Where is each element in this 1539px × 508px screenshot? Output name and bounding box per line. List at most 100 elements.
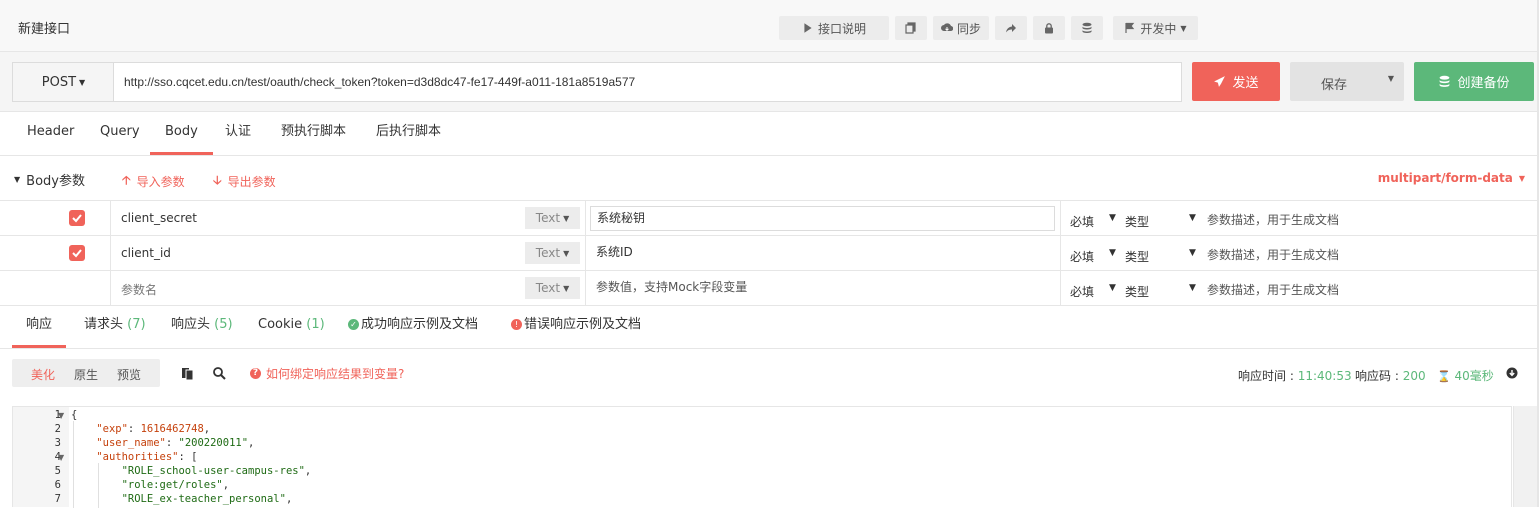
tab-body[interactable]: Body bbox=[150, 112, 213, 155]
tab-response[interactable]: 响应 bbox=[12, 306, 67, 348]
request-url-bar: POST ▼ http://sso.cqcet.edu.cn/test/oaut… bbox=[0, 52, 1539, 112]
param-row: 参数名 Text ▼ 参数值，支持Mock字段变量 必填 ▼ 类型 ▼ 参数描述，… bbox=[0, 271, 1539, 306]
param-type-select[interactable]: Text ▼ bbox=[525, 207, 580, 229]
arrow-down-icon: 🡣 bbox=[213, 173, 222, 187]
caret-down-icon: ▼ bbox=[79, 77, 86, 87]
param-value-input[interactable]: 系统ID bbox=[590, 241, 1055, 266]
tab-success-example[interactable]: ✓ 成功响应示例及文档 bbox=[334, 306, 492, 348]
line-number: 3 bbox=[54, 437, 61, 449]
caret-down-icon: ▼ bbox=[1189, 213, 1196, 223]
hourglass-icon: ⌛ bbox=[1437, 370, 1451, 383]
param-enabled-checkbox[interactable] bbox=[69, 245, 85, 261]
param-row: client_secret Text ▼ 系统秘钥 必填 ▼ 类型 ▼ 参数描述，… bbox=[0, 201, 1539, 236]
import-params-button[interactable]: 🡡 导入参数 bbox=[122, 171, 185, 192]
url-input[interactable]: http://sso.cqcet.edu.cn/test/oauth/check… bbox=[113, 62, 1182, 102]
tab-header[interactable]: Header bbox=[12, 112, 89, 155]
line-number: 7 bbox=[54, 493, 61, 505]
api-doc-button[interactable]: 接口说明 bbox=[779, 16, 889, 40]
copy-button[interactable] bbox=[895, 16, 927, 40]
view-mode-switch: 美化 原生 预览 bbox=[12, 359, 160, 387]
line-number: 2 bbox=[54, 423, 61, 435]
param-desc-input[interactable]: 参数描述，用于生成文档 bbox=[1207, 246, 1339, 263]
tab-response-headers[interactable]: 响应头 (5) bbox=[157, 306, 247, 348]
param-required-select[interactable]: 必填 bbox=[1070, 213, 1094, 230]
database-button[interactable] bbox=[1071, 16, 1103, 40]
code-line: "authorities": [ bbox=[96, 451, 198, 463]
tab-post-script[interactable]: 后执行脚本 bbox=[361, 112, 456, 155]
response-tabs: 响应 请求头 (7) 响应头 (5) Cookie (1) ✓ 成功响应示例及文档… bbox=[0, 306, 1539, 349]
create-backup-button[interactable]: 创建备份 bbox=[1414, 62, 1534, 101]
save-button[interactable]: 保存 ▼ bbox=[1290, 62, 1404, 101]
param-type-select[interactable]: Text ▼ bbox=[525, 242, 580, 264]
fold-arrow-icon[interactable]: ▼ bbox=[58, 411, 64, 420]
caret-down-icon: ▼ bbox=[1109, 283, 1116, 293]
line-number: 5 bbox=[54, 465, 61, 477]
sync-button[interactable]: 同步 bbox=[933, 16, 989, 40]
param-required-select[interactable]: 必填 bbox=[1070, 283, 1094, 300]
param-value-input[interactable]: 系统秘钥 bbox=[590, 206, 1055, 231]
param-kind-select[interactable]: 类型 bbox=[1125, 283, 1149, 300]
view-raw-button[interactable]: 原生 bbox=[74, 366, 98, 383]
fold-arrow-icon[interactable]: ▼ bbox=[58, 453, 64, 462]
exclamation-circle-icon: ! bbox=[511, 319, 522, 330]
tab-auth[interactable]: 认证 bbox=[210, 112, 266, 155]
param-desc-input[interactable]: 参数描述，用于生成文档 bbox=[1207, 281, 1339, 298]
param-kind-select[interactable]: 类型 bbox=[1125, 248, 1149, 265]
caret-down-icon[interactable]: ▼ bbox=[1388, 74, 1394, 83]
response-time: 响应时间 : 11:40:53 bbox=[1238, 369, 1352, 383]
body-params-header: ▼ Body参数 🡡 导入参数 🡣 导出参数 multipart/form-da… bbox=[0, 156, 1539, 201]
check-icon bbox=[72, 249, 82, 258]
line-number: 6 bbox=[54, 479, 61, 491]
request-tabs: Header Query Body 认证 预执行脚本 后执行脚本 bbox=[0, 112, 1539, 156]
param-value-input[interactable]: 参数值，支持Mock字段变量 bbox=[590, 276, 1055, 301]
database-icon bbox=[1082, 22, 1092, 33]
method-select[interactable]: POST ▼ bbox=[12, 62, 114, 102]
cloud-download-icon bbox=[941, 23, 953, 32]
export-params-button[interactable]: 🡣 导出参数 bbox=[213, 171, 276, 192]
status-dropdown[interactable]: 开发中 ▼ bbox=[1113, 16, 1198, 40]
share-button[interactable] bbox=[995, 16, 1027, 40]
content-type-select[interactable]: multipart/form-data ▼ bbox=[1378, 171, 1525, 185]
tab-pre-script[interactable]: 预执行脚本 bbox=[266, 112, 361, 155]
body-params-toggle[interactable]: ▼ Body参数 bbox=[14, 170, 85, 189]
check-icon bbox=[72, 214, 82, 223]
tab-query[interactable]: Query bbox=[85, 112, 155, 155]
param-enabled-checkbox[interactable] bbox=[69, 210, 85, 226]
param-name-input[interactable]: client_secret bbox=[121, 211, 197, 225]
download-icon[interactable] bbox=[1506, 367, 1520, 381]
param-type-select[interactable]: Text ▼ bbox=[525, 277, 580, 299]
top-bar: 新建接口 接口说明 同步 开发中 ▼ bbox=[0, 0, 1539, 52]
page-title: 新建接口 bbox=[18, 22, 71, 37]
view-pretty-button[interactable]: 美化 bbox=[31, 366, 55, 383]
param-name-input[interactable]: 参数名 bbox=[121, 281, 157, 298]
view-preview-button[interactable]: 预览 bbox=[117, 366, 141, 383]
share-icon bbox=[1006, 24, 1016, 33]
copy-icon bbox=[905, 22, 916, 34]
param-kind-select[interactable]: 类型 bbox=[1125, 213, 1149, 230]
bind-response-help-link[interactable]: ? 如何绑定响应结果到变量? bbox=[250, 365, 404, 382]
editor-scrollbar[interactable] bbox=[1513, 406, 1539, 507]
line-number: 1 bbox=[54, 409, 61, 421]
caret-down-icon: ▼ bbox=[1518, 173, 1525, 183]
search-icon[interactable] bbox=[212, 366, 226, 380]
send-button[interactable]: 发送 bbox=[1192, 62, 1280, 101]
response-duration: ⌛ 40毫秒 bbox=[1437, 369, 1494, 383]
param-required-select[interactable]: 必填 bbox=[1070, 248, 1094, 265]
lock-button[interactable] bbox=[1033, 16, 1065, 40]
database-icon bbox=[1440, 75, 1450, 87]
caret-down-icon: ▼ bbox=[563, 283, 570, 293]
caret-down-icon: ▼ bbox=[1180, 23, 1187, 33]
arrow-up-icon: 🡡 bbox=[122, 173, 131, 187]
tab-error-example[interactable]: ! 错误响应示例及文档 bbox=[497, 306, 655, 348]
play-icon bbox=[804, 23, 812, 33]
tab-cookie[interactable]: Cookie (1) bbox=[244, 306, 339, 348]
line-number: 4 bbox=[54, 451, 61, 463]
caret-down-icon: ▼ bbox=[1109, 248, 1116, 258]
tab-request-headers[interactable]: 请求头 (7) bbox=[70, 306, 160, 348]
param-name-input[interactable]: client_id bbox=[121, 246, 171, 260]
response-code-editor[interactable]: 1 ▼ { 2 "exp": 1616462748, 3 "user_name"… bbox=[12, 406, 1512, 508]
caret-down-icon: ▼ bbox=[563, 248, 570, 258]
param-desc-input[interactable]: 参数描述，用于生成文档 bbox=[1207, 211, 1339, 228]
flag-icon bbox=[1125, 22, 1135, 33]
copy-icon[interactable] bbox=[181, 366, 195, 381]
